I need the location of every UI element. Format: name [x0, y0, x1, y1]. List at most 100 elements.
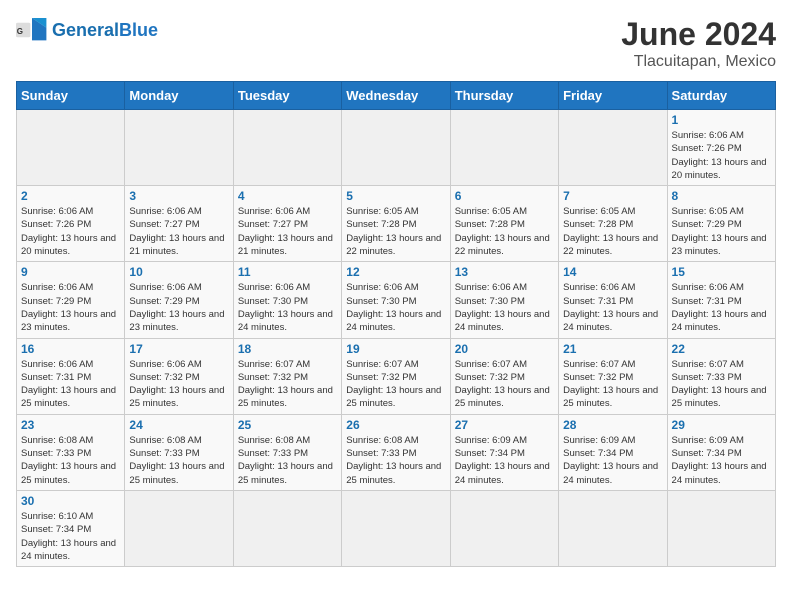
week-row-4: 16Sunrise: 6:06 AMSunset: 7:31 PMDayligh… [17, 338, 776, 414]
day-number: 22 [672, 342, 771, 356]
day-info: Sunrise: 6:06 AMSunset: 7:30 PMDaylight:… [455, 281, 554, 334]
calendar-cell [559, 490, 667, 566]
calendar-cell [342, 490, 450, 566]
calendar-cell: 10Sunrise: 6:06 AMSunset: 7:29 PMDayligh… [125, 262, 233, 338]
day-number: 5 [346, 189, 445, 203]
calendar-cell: 23 Sunrise: 6:08 AMSunset: 7:33 PMDayligh… [17, 414, 125, 490]
calendar-cell: 25 Sunrise: 6:08 AMSunset: 7:33 PMDayligh… [233, 414, 341, 490]
day-number: 29 [672, 418, 771, 432]
calendar-cell [559, 110, 667, 186]
weekday-header-row: SundayMondayTuesdayWednesdayThursdayFrid… [17, 82, 776, 110]
location-subtitle: Tlacuitapan, Mexico [621, 53, 776, 71]
calendar-cell [17, 110, 125, 186]
day-info: Sunrise: 6:07 AMSunset: 7:32 PMDaylight:… [346, 358, 445, 411]
calendar-cell: 11Sunrise: 6:06 AMSunset: 7:30 PMDayligh… [233, 262, 341, 338]
day-info: Sunrise: 6:08 AMSunset: 7:33 PMDaylight:… [238, 434, 337, 487]
calendar-cell: 3 Sunrise: 6:06 AMSunset: 7:27 PMDaylight… [125, 186, 233, 262]
day-number: 20 [455, 342, 554, 356]
day-number: 19 [346, 342, 445, 356]
day-info: Sunrise: 6:06 AMSunset: 7:32 PMDaylight:… [129, 358, 228, 411]
calendar-cell: 4 Sunrise: 6:06 AMSunset: 7:27 PMDaylight… [233, 186, 341, 262]
day-info: Sunrise: 6:06 AMSunset: 7:29 PMDaylight:… [21, 281, 120, 334]
day-info: Sunrise: 6:06 AMSunset: 7:29 PMDaylight:… [129, 281, 228, 334]
calendar-cell: 28 Sunrise: 6:09 AMSunset: 7:34 PMDayligh… [559, 414, 667, 490]
calendar-header: SundayMondayTuesdayWednesdayThursdayFrid… [17, 82, 776, 110]
week-row-3: 9 Sunrise: 6:06 AMSunset: 7:29 PMDaylight… [17, 262, 776, 338]
day-number: 14 [563, 265, 662, 279]
day-info: Sunrise: 6:08 AMSunset: 7:33 PMDaylight:… [346, 434, 445, 487]
weekday-header-sunday: Sunday [17, 82, 125, 110]
day-info: Sunrise: 6:07 AMSunset: 7:32 PMDaylight:… [455, 358, 554, 411]
day-info: Sunrise: 6:08 AMSunset: 7:33 PMDaylight:… [129, 434, 228, 487]
day-info: Sunrise: 6:05 AMSunset: 7:28 PMDaylight:… [346, 205, 445, 258]
day-number: 6 [455, 189, 554, 203]
day-number: 25 [238, 418, 337, 432]
logo: G GeneralBlue [16, 16, 158, 44]
calendar-cell: 29Sunrise: 6:09 AMSunset: 7:34 PMDayligh… [667, 414, 775, 490]
calendar-cell [667, 490, 775, 566]
day-info: Sunrise: 6:07 AMSunset: 7:32 PMDaylight:… [238, 358, 337, 411]
weekday-header-monday: Monday [125, 82, 233, 110]
day-info: Sunrise: 6:10 AMSunset: 7:34 PMDaylight:… [21, 510, 120, 563]
week-row-2: 2Sunrise: 6:06 AMSunset: 7:26 PMDaylight… [17, 186, 776, 262]
day-number: 13 [455, 265, 554, 279]
calendar-cell: 22 Sunrise: 6:07 AMSunset: 7:33 PMDayligh… [667, 338, 775, 414]
calendar-cell: 18 Sunrise: 6:07 AMSunset: 7:32 PMDayligh… [233, 338, 341, 414]
day-info: Sunrise: 6:07 AMSunset: 7:33 PMDaylight:… [672, 358, 771, 411]
day-number: 3 [129, 189, 228, 203]
calendar-cell: 15Sunrise: 6:06 AMSunset: 7:31 PMDayligh… [667, 262, 775, 338]
calendar-cell [125, 490, 233, 566]
calendar-cell: 9 Sunrise: 6:06 AMSunset: 7:29 PMDaylight… [17, 262, 125, 338]
day-info: Sunrise: 6:07 AMSunset: 7:32 PMDaylight:… [563, 358, 662, 411]
day-info: Sunrise: 6:06 AMSunset: 7:27 PMDaylight:… [238, 205, 337, 258]
day-number: 23 [21, 418, 120, 432]
day-number: 15 [672, 265, 771, 279]
day-number: 27 [455, 418, 554, 432]
day-number: 4 [238, 189, 337, 203]
day-number: 7 [563, 189, 662, 203]
calendar-cell [233, 110, 341, 186]
calendar-cell [233, 490, 341, 566]
day-number: 28 [563, 418, 662, 432]
calendar-cell: 26 Sunrise: 6:08 AMSunset: 7:33 PMDayligh… [342, 414, 450, 490]
day-number: 26 [346, 418, 445, 432]
weekday-header-friday: Friday [559, 82, 667, 110]
week-row-6: 30 Sunrise: 6:10 AMSunset: 7:34 PMDayligh… [17, 490, 776, 566]
day-number: 8 [672, 189, 771, 203]
calendar-cell: 16Sunrise: 6:06 AMSunset: 7:31 PMDayligh… [17, 338, 125, 414]
calendar-cell [342, 110, 450, 186]
week-row-5: 23 Sunrise: 6:08 AMSunset: 7:33 PMDayligh… [17, 414, 776, 490]
day-number: 17 [129, 342, 228, 356]
day-info: Sunrise: 6:09 AMSunset: 7:34 PMDaylight:… [563, 434, 662, 487]
weekday-header-tuesday: Tuesday [233, 82, 341, 110]
day-number: 9 [21, 265, 120, 279]
calendar-cell: 6 Sunrise: 6:05 AMSunset: 7:28 PMDaylight… [450, 186, 558, 262]
week-row-1: 1Sunrise: 6:06 AMSunset: 7:26 PMDaylight… [17, 110, 776, 186]
calendar-cell: 17 Sunrise: 6:06 AMSunset: 7:32 PMDayligh… [125, 338, 233, 414]
calendar-cell [450, 490, 558, 566]
weekday-header-saturday: Saturday [667, 82, 775, 110]
day-info: Sunrise: 6:05 AMSunset: 7:28 PMDaylight:… [563, 205, 662, 258]
day-info: Sunrise: 6:06 AMSunset: 7:27 PMDaylight:… [129, 205, 228, 258]
day-info: Sunrise: 6:08 AMSunset: 7:33 PMDaylight:… [21, 434, 120, 487]
calendar-cell [450, 110, 558, 186]
calendar-cell: 13 Sunrise: 6:06 AMSunset: 7:30 PMDayligh… [450, 262, 558, 338]
calendar-cell: 7 Sunrise: 6:05 AMSunset: 7:28 PMDaylight… [559, 186, 667, 262]
month-year-title: June 2024 [621, 16, 776, 53]
day-info: Sunrise: 6:05 AMSunset: 7:28 PMDaylight:… [455, 205, 554, 258]
calendar-cell: 30 Sunrise: 6:10 AMSunset: 7:34 PMDayligh… [17, 490, 125, 566]
svg-text:G: G [17, 27, 23, 36]
day-number: 30 [21, 494, 120, 508]
weekday-header-thursday: Thursday [450, 82, 558, 110]
calendar-body: 1Sunrise: 6:06 AMSunset: 7:26 PMDaylight… [17, 110, 776, 567]
day-number: 16 [21, 342, 120, 356]
logo-blue: Blue [119, 20, 158, 40]
logo-text: GeneralBlue [52, 20, 158, 41]
title-block: June 2024 Tlacuitapan, Mexico [621, 16, 776, 71]
calendar-cell: 5 Sunrise: 6:05 AMSunset: 7:28 PMDaylight… [342, 186, 450, 262]
calendar-cell: 1Sunrise: 6:06 AMSunset: 7:26 PMDaylight… [667, 110, 775, 186]
day-number: 1 [672, 113, 771, 127]
day-number: 18 [238, 342, 337, 356]
day-info: Sunrise: 6:05 AMSunset: 7:29 PMDaylight:… [672, 205, 771, 258]
page-header: G GeneralBlue June 2024 Tlacuitapan, Mex… [16, 16, 776, 71]
